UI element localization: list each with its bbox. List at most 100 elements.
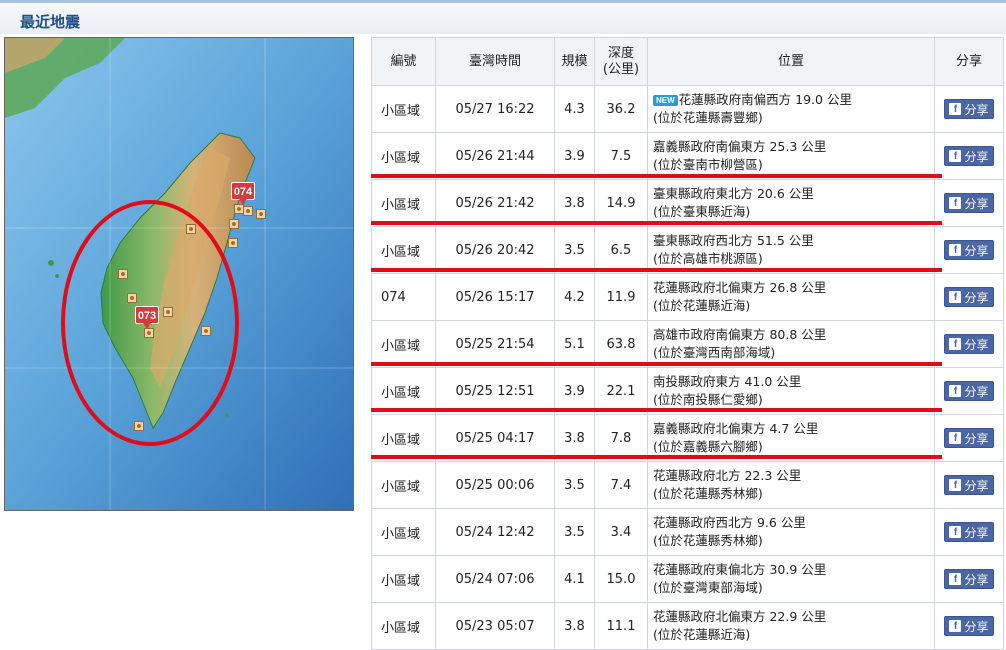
header-depth: 深度 (公里) (594, 37, 648, 86)
share-label: 分享 (964, 196, 989, 211)
table-row[interactable]: 小區域 05/27 16:22 4.3 36.2 NEW 花蓮縣政府南偏西方 19.0 公… (371, 85, 1004, 133)
cell-location: 臺東縣政府西北方 51.5 公里 (位於高雄市桃源區) (647, 226, 935, 274)
cell-location: 嘉義縣政府南偏東方 25.3 公里 (位於臺南市柳營區) (647, 132, 935, 180)
facebook-icon: f (949, 526, 962, 538)
cell-depth: 3.4 (594, 508, 648, 556)
table-row[interactable]: 小區域 05/26 20:42 3.5 6.5 臺東縣政府西北方 51.5 公里 (位於高… (371, 226, 1004, 274)
facebook-icon: f (949, 150, 962, 162)
share-label: 分享 (964, 290, 989, 305)
earthquake-page: 最近地震 074 073 編號 臺灣時間 規模 深度 (公里) 位置 分享 小區… (0, 0, 1006, 650)
cell-magnitude: 3.5 (554, 508, 595, 556)
facebook-share-button[interactable]: f 分享 (944, 146, 994, 166)
table-header-row: 編號 臺灣時間 規模 深度 (公里) 位置 分享 (371, 37, 1004, 86)
cell-time: 05/26 21:44 (435, 132, 555, 180)
facebook-share-button[interactable]: f 分享 (944, 381, 994, 401)
share-label: 分享 (964, 102, 989, 117)
location-secondary: (位於花蓮縣壽豐鄉) (653, 110, 763, 125)
share-label: 分享 (964, 572, 989, 587)
quake-marker[interactable] (229, 219, 239, 229)
facebook-share-button[interactable]: f 分享 (944, 475, 994, 495)
cell-depth: 14.9 (594, 179, 648, 227)
quake-marker[interactable] (228, 238, 238, 248)
location-secondary: (位於臺南市柳營區) (653, 157, 763, 172)
highlight-line (371, 174, 942, 178)
cell-magnitude: 3.5 (554, 226, 595, 274)
cell-number: 小區域 (371, 602, 436, 650)
cell-number: 小區域 (371, 461, 436, 509)
facebook-share-button[interactable]: f 分享 (944, 522, 994, 542)
table-row[interactable]: 小區域 05/25 00:06 3.5 7.4 花蓮縣政府北方 22.3 公里 (位於花蓮… (371, 461, 1004, 509)
location-primary: 臺東縣政府西北方 51.5 公里 (653, 233, 814, 248)
facebook-share-button[interactable]: f 分享 (944, 287, 994, 307)
cell-number: 小區域 (371, 226, 436, 274)
header-magnitude: 規模 (554, 37, 595, 86)
highlight-circle (61, 200, 239, 446)
location-secondary: (位於臺灣東部海域) (653, 580, 763, 595)
share-label: 分享 (964, 619, 989, 634)
cell-depth: 11.9 (594, 273, 648, 321)
cell-share: f 分享 (934, 461, 1004, 509)
location-primary: 嘉義縣政府北偏東方 4.7 公里 (653, 421, 819, 436)
cell-location: 花蓮縣政府北偏東方 22.9 公里 (位於花蓮縣近海) (647, 602, 935, 650)
location-primary: 嘉義縣政府南偏東方 25.3 公里 (653, 139, 827, 154)
earthquake-table: 編號 臺灣時間 規模 深度 (公里) 位置 分享 小區域 05/27 16:22 4… (371, 37, 1004, 650)
table-row[interactable]: 小區域 05/23 05:07 3.8 11.1 花蓮縣政府北偏東方 22.9 公里 (位… (371, 602, 1004, 650)
page-title: 最近地震 (20, 13, 81, 31)
new-badge: NEW (653, 95, 678, 106)
facebook-icon: f (949, 103, 962, 115)
cell-time: 05/24 12:42 (435, 508, 555, 556)
quake-marker[interactable] (256, 209, 266, 219)
table-row[interactable]: 小區域 05/24 07:06 4.1 15.0 花蓮縣政府東偏北方 30.9 公里 (位… (371, 555, 1004, 603)
table-row[interactable]: 小區域 05/26 21:44 3.9 7.5 嘉義縣政府南偏東方 25.3 公里 (位於… (371, 132, 1004, 180)
cell-share: f 分享 (934, 273, 1004, 321)
facebook-share-button[interactable]: f 分享 (944, 240, 994, 260)
cell-depth: 11.1 (594, 602, 648, 650)
share-label: 分享 (964, 431, 989, 446)
cell-magnitude: 4.2 (554, 273, 595, 321)
facebook-icon: f (949, 620, 962, 632)
share-label: 分享 (964, 149, 989, 164)
table-row[interactable]: 小區域 05/24 12:42 3.5 3.4 花蓮縣政府西北方 9.6 公里 (位於花蓮… (371, 508, 1004, 556)
facebook-share-button[interactable]: f 分享 (944, 99, 994, 119)
table-row[interactable]: 小區域 05/26 21:42 3.8 14.9 臺東縣政府東北方 20.6 公里 (位於… (371, 179, 1004, 227)
cell-magnitude: 3.8 (554, 602, 595, 650)
share-label: 分享 (964, 337, 989, 352)
facebook-icon: f (949, 385, 962, 397)
facebook-icon: f (949, 479, 962, 491)
location-secondary: (位於嘉義縣六腳鄉) (653, 439, 763, 454)
location-secondary: (位於花蓮縣秀林鄉) (653, 533, 763, 548)
location-secondary: (位於花蓮縣秀林鄉) (653, 486, 763, 501)
header-number: 編號 (371, 37, 436, 86)
location-primary: 花蓮縣政府南偏西方 19.0 公里 (678, 92, 852, 107)
cell-depth: 36.2 (594, 85, 648, 133)
quake-label-074[interactable]: 074 (231, 182, 255, 205)
earthquake-map[interactable]: 074 073 (4, 37, 354, 511)
quake-marker[interactable] (243, 206, 253, 216)
location-primary: 花蓮縣政府東偏北方 30.9 公里 (653, 562, 827, 577)
facebook-share-button[interactable]: f 分享 (944, 193, 994, 213)
cell-magnitude: 4.1 (554, 555, 595, 603)
facebook-share-button[interactable]: f 分享 (944, 334, 994, 354)
cell-number: 小區域 (371, 179, 436, 227)
cell-number: 小區域 (371, 508, 436, 556)
cell-number: 074 (371, 273, 436, 321)
facebook-share-button[interactable]: f 分享 (944, 569, 994, 589)
location-secondary: (位於花蓮縣近海) (653, 298, 751, 313)
cell-time: 05/26 20:42 (435, 226, 555, 274)
facebook-share-button[interactable]: f 分享 (944, 428, 994, 448)
location-primary: 花蓮縣政府北偏東方 26.8 公里 (653, 280, 827, 295)
cell-location: 花蓮縣政府東偏北方 30.9 公里 (位於臺灣東部海域) (647, 555, 935, 603)
header-location: 位置 (647, 37, 935, 86)
header-share: 分享 (934, 37, 1004, 86)
table-row[interactable]: 小區域 05/25 21:54 5.1 63.8 高雄市政府南偏東方 80.8 公里 (位… (371, 320, 1004, 368)
facebook-share-button[interactable]: f 分享 (944, 616, 994, 636)
facebook-icon: f (949, 291, 962, 303)
cell-share: f 分享 (934, 132, 1004, 180)
cell-share: f 分享 (934, 414, 1004, 462)
cell-share: f 分享 (934, 226, 1004, 274)
table-row[interactable]: 074 05/26 15:17 4.2 11.9 花蓮縣政府北偏東方 26.8 公里 (位… (371, 273, 1004, 321)
highlight-line (371, 408, 942, 412)
cell-location: 花蓮縣政府西北方 9.6 公里 (位於花蓮縣秀林鄉) (647, 508, 935, 556)
location-secondary: (位於高雄市桃源區) (653, 251, 763, 266)
cell-depth: 15.0 (594, 555, 648, 603)
